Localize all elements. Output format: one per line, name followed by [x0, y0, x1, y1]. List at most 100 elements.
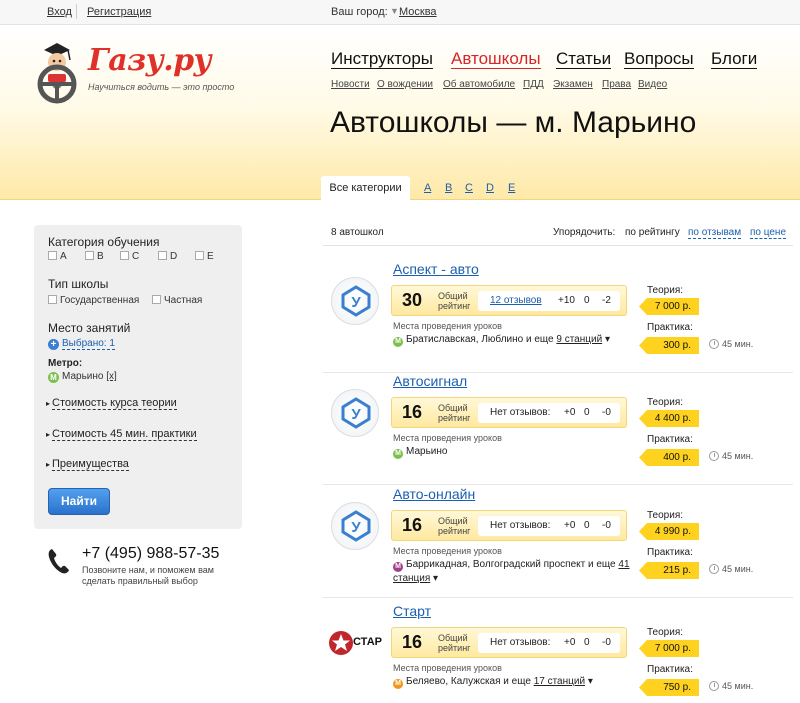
selected-places-toggle[interactable]: + Выбрано: 1: [48, 338, 115, 350]
checkbox-category-e[interactable]: E: [195, 251, 214, 262]
practice-label: Практика:: [647, 434, 693, 445]
sort-by-reviews[interactable]: по отзывам: [688, 227, 742, 239]
theory-price: 7 000 р.: [639, 298, 699, 315]
theory-cost-filter[interactable]: ▸ Стоимость курса теории: [46, 397, 177, 410]
negative-count: -0: [602, 520, 611, 531]
theory-price: 4 400 р.: [639, 410, 699, 427]
advantages-filter[interactable]: ▸ Преимущества: [46, 458, 129, 471]
checkbox-category-b[interactable]: B: [85, 251, 104, 262]
results-count: 8 автошкол: [331, 227, 384, 238]
phone-note: Позвоните нам, и поможем вам сделать пра…: [82, 565, 214, 586]
more-stations-link[interactable]: 17 станций: [534, 676, 585, 687]
checkbox-category-a[interactable]: A: [48, 251, 67, 262]
logo[interactable]: Газу.ру: [88, 43, 212, 78]
find-button[interactable]: Найти: [48, 488, 110, 515]
nav-instructors[interactable]: Инструкторы: [331, 49, 434, 69]
school-name-link[interactable]: Старт: [393, 603, 431, 619]
rating-label: Общий рейтинг: [438, 403, 471, 423]
school-y-logo-icon: У: [341, 397, 371, 429]
metro-remove-button[interactable]: [x]: [106, 371, 117, 382]
theory-label: Теория:: [647, 285, 684, 296]
tab-category-b[interactable]: B: [445, 182, 452, 194]
rating-score: 16: [402, 515, 423, 535]
practice-price: 300 р.: [639, 337, 699, 354]
tab-category-d[interactable]: D: [486, 182, 494, 194]
sort-label: Упорядочить:: [553, 227, 616, 238]
theory-label: Теория:: [647, 397, 684, 408]
negative-count: -0: [602, 407, 611, 418]
checkbox-category-c[interactable]: C: [120, 251, 139, 262]
school-logo[interactable]: У: [331, 277, 379, 325]
nav-blogs[interactable]: Блоги: [711, 49, 758, 69]
positive-count: +0: [564, 637, 576, 648]
practice-price: 400 р.: [639, 449, 699, 466]
practice-price: 215 р.: [639, 562, 699, 579]
subnav-driving[interactable]: О вождении: [377, 79, 433, 90]
rating-box: 16 Общий рейтинг Нет отзывов: +0 0 -0: [391, 627, 627, 658]
subnav-license[interactable]: Права: [602, 79, 631, 90]
school-card: У Авто-онлайн 16 Общий рейтинг Нет отзыво…: [323, 486, 793, 598]
metro-icon: M: [393, 449, 403, 459]
metro-icon: M: [393, 562, 403, 572]
plus-icon: +: [48, 339, 59, 350]
metro-icon: M: [393, 679, 403, 689]
neutral-count: 0: [584, 407, 590, 418]
rating-label: Общий рейтинг: [438, 633, 471, 653]
school-card: СТАР Старт 16 Общий рейтинг Нет отзывов: …: [323, 603, 793, 703]
neutral-count: 0: [584, 520, 590, 531]
subnav-car[interactable]: Об автомобиле: [443, 79, 515, 90]
clock-icon: [709, 339, 719, 349]
school-name-link[interactable]: Аспект - авто: [393, 261, 479, 277]
sort-by-rating[interactable]: по рейтингу: [625, 227, 680, 238]
reviews-link[interactable]: 12 отзывов: [490, 291, 542, 311]
school-logo[interactable]: СТАР: [327, 623, 383, 663]
stations-list: M Беляево, Калужская и еще 17 станций ▾: [393, 675, 633, 689]
nav-articles[interactable]: Статьи: [556, 49, 612, 69]
register-link[interactable]: Регистрация: [87, 6, 151, 18]
checkbox-private-school[interactable]: Частная: [152, 295, 202, 306]
rating-box: 16 Общий рейтинг Нет отзывов: +0 0 -0: [391, 397, 627, 428]
top-bar: Вход Регистрация Ваш город: ▼ Москва: [0, 0, 800, 25]
tab-category-c[interactable]: C: [465, 182, 473, 194]
metro-icon: M: [48, 372, 59, 383]
subnav-news[interactable]: Новости: [331, 79, 370, 90]
places-label: Места проведения уроков: [393, 433, 502, 443]
rating-box: 16 Общий рейтинг Нет отзывов: +0 0 -0: [391, 510, 627, 541]
school-name-link[interactable]: Автосигнал: [393, 373, 467, 389]
checkbox-category-d[interactable]: D: [158, 251, 177, 262]
city-selector[interactable]: Москва: [399, 6, 437, 18]
school-y-logo-icon: У: [341, 510, 371, 542]
subnav-rules[interactable]: ПДД: [523, 79, 544, 90]
steering-wheel-mascot-icon[interactable]: [34, 40, 80, 104]
subnav-video[interactable]: Видео: [638, 79, 667, 90]
more-stations-link[interactable]: 9 станций: [556, 334, 602, 345]
theory-label: Теория:: [647, 627, 684, 638]
reviews-box: 12 отзывов +10 0 -2: [478, 291, 620, 311]
triangle-right-icon: ▸: [46, 460, 51, 469]
login-link[interactable]: Вход: [47, 6, 72, 18]
checkbox-state-school[interactable]: Государственная: [48, 295, 139, 306]
divider: [323, 597, 793, 598]
tab-category-a[interactable]: A: [424, 182, 431, 194]
places-label: Места проведения уроков: [393, 663, 502, 673]
negative-count: -2: [602, 295, 611, 306]
sort-by-price[interactable]: по цене: [750, 227, 787, 239]
practice-cost-filter[interactable]: ▸ Стоимость 45 мин. практики: [46, 428, 197, 441]
svg-text:У: У: [351, 406, 361, 423]
school-logo[interactable]: У: [331, 389, 379, 437]
neutral-count: 0: [584, 295, 590, 306]
tab-all-categories[interactable]: Все категории: [321, 176, 410, 201]
school-name-link[interactable]: Авто-онлайн: [393, 486, 475, 502]
metro-label: Метро:: [48, 358, 83, 369]
subnav-exam[interactable]: Экзамен: [553, 79, 593, 90]
nav-driving-schools[interactable]: Автошколы: [451, 49, 541, 69]
chevron-down-icon[interactable]: ▼: [390, 6, 399, 16]
school-type-label: Тип школы: [48, 277, 109, 291]
svg-text:У: У: [351, 519, 361, 536]
theory-price: 7 000 р.: [639, 640, 699, 657]
tab-category-e[interactable]: E: [508, 182, 515, 194]
school-y-logo-icon: У: [341, 285, 371, 317]
divider: [323, 245, 793, 246]
school-logo[interactable]: У: [331, 502, 379, 550]
nav-questions[interactable]: Вопросы: [624, 49, 694, 69]
